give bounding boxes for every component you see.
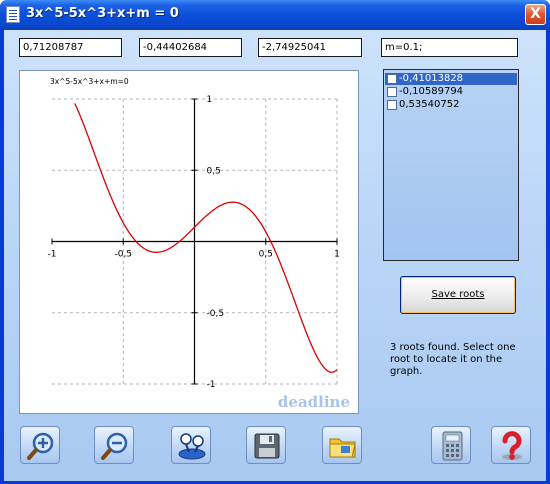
y-tick-label: 1	[207, 95, 213, 105]
x-tick-label: -0,5	[114, 250, 132, 260]
roots-listbox[interactable]: -0,41013828 -0,10589794 0,53540752	[383, 69, 519, 261]
root-list-item[interactable]: 0,53540752	[385, 99, 517, 111]
y-tick-label: 0,5	[207, 166, 221, 176]
zoom-out-icon	[101, 432, 128, 460]
status-text: 3 roots found. Select one root to locate…	[390, 342, 516, 377]
function-graph[interactable]: -1 -0,5 0,5 1 1 0,5 -0,5 -1 3x^5-5x^3+x+m=0 deadl…	[19, 70, 359, 414]
root-label: -0,41013828	[399, 73, 464, 84]
help-button[interactable]	[491, 426, 531, 464]
root-checkbox[interactable]	[387, 87, 397, 97]
value-field-2[interactable]: -0,44402684	[139, 38, 242, 57]
app-document-icon	[6, 6, 20, 23]
parameter-field[interactable]: m=0.1;	[381, 38, 518, 57]
x-tick-label: -1	[48, 250, 57, 260]
x-tick-label: 0,5	[259, 250, 273, 260]
function-curve	[74, 103, 338, 373]
client-area: 0,71208787 -0,44402684 -2,74925041 m=0.1…	[4, 30, 546, 481]
root-label: -0,10589794	[399, 86, 464, 97]
value-field-3[interactable]: -2,74925041	[258, 38, 362, 57]
open-folder-icon	[329, 438, 356, 458]
zoom-in-icon	[27, 432, 54, 460]
title-bar[interactable]: 3x^5-5x^3+x+m = 0 X	[0, 0, 550, 30]
network-icon	[178, 433, 206, 460]
open-button[interactable]	[322, 426, 362, 464]
y-tick-label: -0,5	[207, 309, 225, 319]
root-list-item[interactable]: -0,10589794	[385, 86, 517, 98]
root-list-item[interactable]: -0,41013828	[385, 73, 517, 85]
calculator-icon	[442, 431, 463, 461]
root-checkbox[interactable]	[387, 100, 397, 110]
close-button[interactable]: X	[525, 4, 546, 25]
root-checkbox[interactable]	[387, 74, 397, 84]
window-title: 3x^5-5x^3+x+m = 0	[26, 6, 179, 21]
deadline-watermark: deadline	[278, 393, 350, 411]
network-button[interactable]	[171, 426, 211, 464]
save-roots-label: Save roots	[431, 289, 485, 300]
chart-title: 3x^5-5x^3+x+m=0	[50, 77, 129, 86]
app-window: 3x^5-5x^3+x+m = 0 X 0,71208787 -0,444026…	[0, 0, 550, 484]
zoom-in-button[interactable]	[20, 426, 60, 464]
save-roots-button[interactable]: Save roots	[400, 276, 516, 314]
floppy-disk-icon	[254, 433, 280, 459]
root-label: 0,53540752	[399, 99, 460, 110]
value-field-1[interactable]: 0,71208787	[19, 38, 122, 57]
save-button[interactable]	[246, 426, 286, 464]
x-tick-label: 1	[334, 250, 340, 260]
zoom-out-button[interactable]	[94, 426, 134, 464]
y-tick-label: -1	[207, 380, 216, 390]
help-icon	[502, 431, 522, 460]
graph-canvas: -1 -0,5 0,5 1 1 0,5 -0,5 -1 3x^5-5x^3+x+m=0 deadl…	[48, 77, 350, 411]
calculator-button[interactable]	[431, 426, 471, 464]
